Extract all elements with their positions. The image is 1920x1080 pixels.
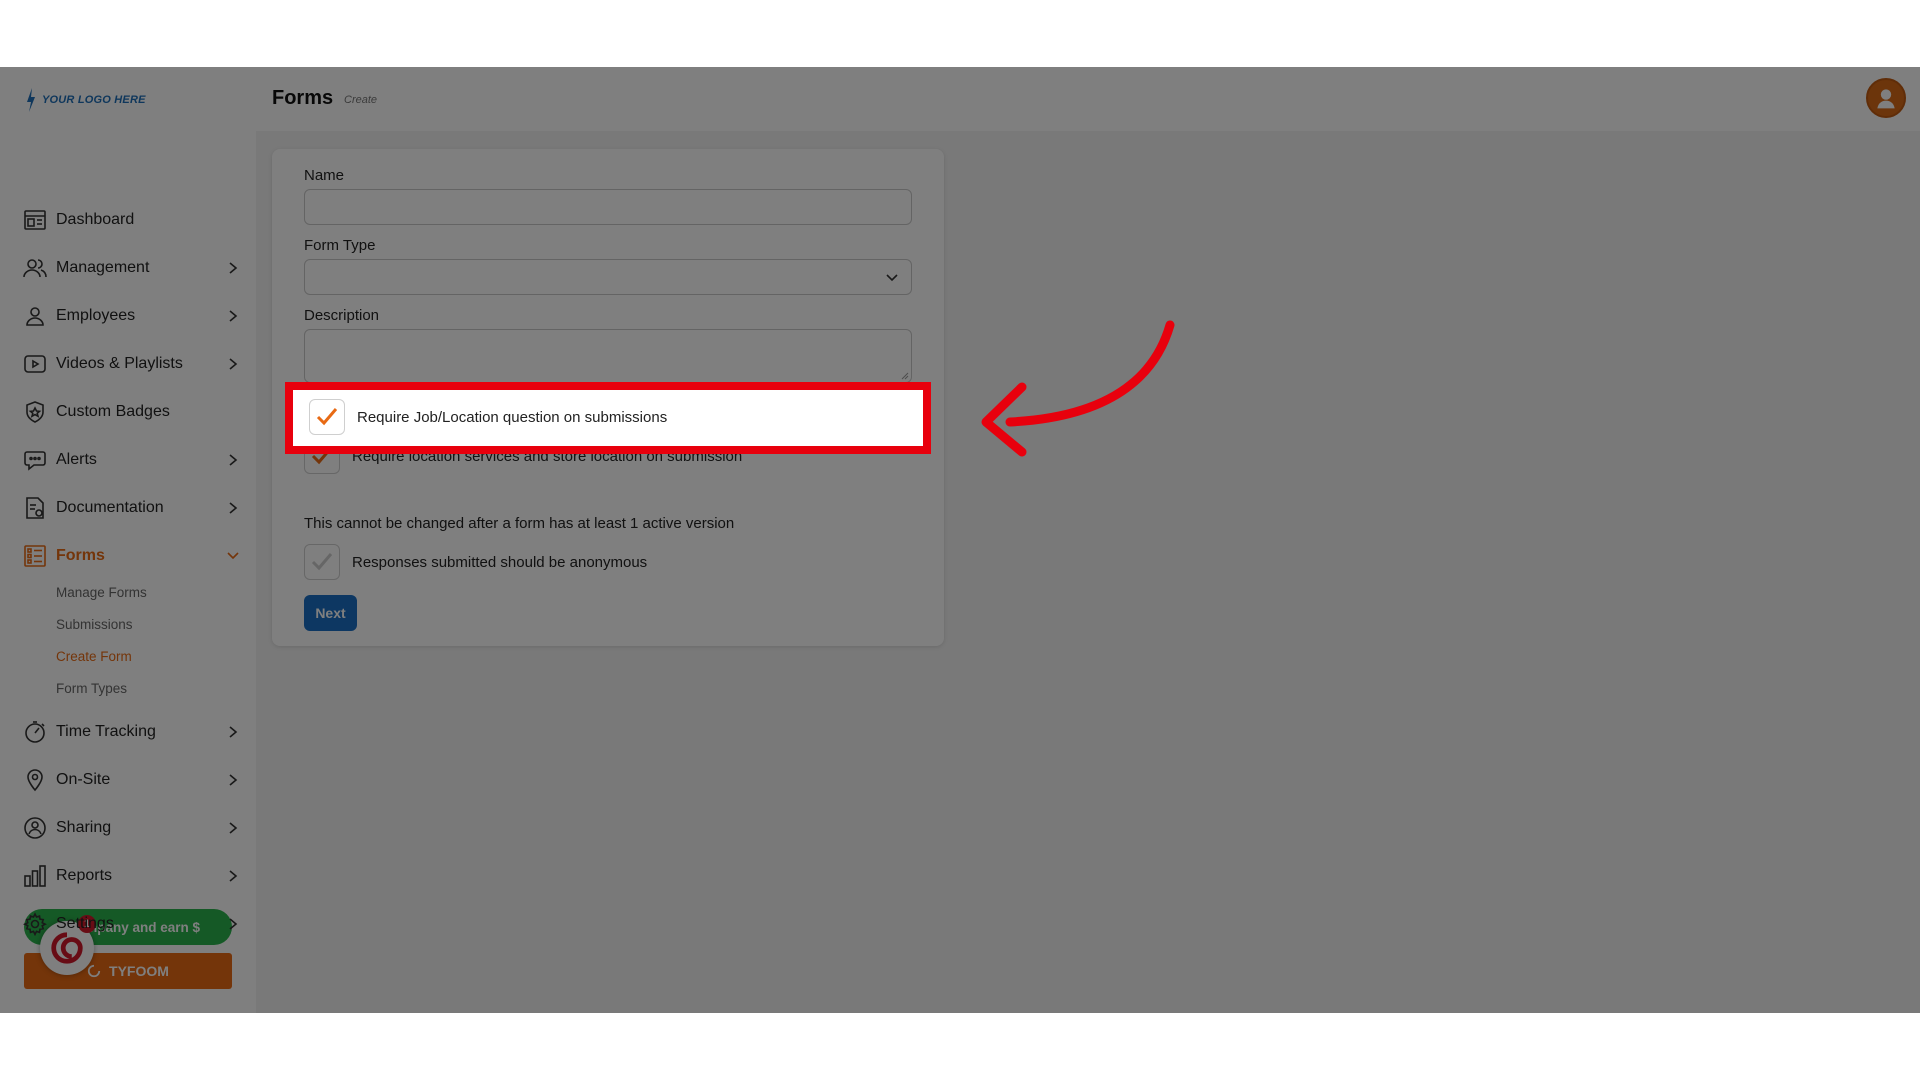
checkmark-icon <box>316 408 338 426</box>
checkbox-label: Require Job/Location question on submiss… <box>357 408 668 426</box>
app-window: YOUR LOGO HERE Dashboard Management Empl… <box>0 67 1920 1013</box>
highlighted-job-location-checkbox[interactable] <box>309 399 345 435</box>
tutorial-arrow-icon <box>981 320 1175 457</box>
tutorial-dim-overlay <box>0 67 1920 1013</box>
tutorial-highlight-box: Require Job/Location question on submiss… <box>285 382 931 454</box>
highlighted-job-location-checkbox-row[interactable]: Require Job/Location question on submiss… <box>309 398 667 436</box>
